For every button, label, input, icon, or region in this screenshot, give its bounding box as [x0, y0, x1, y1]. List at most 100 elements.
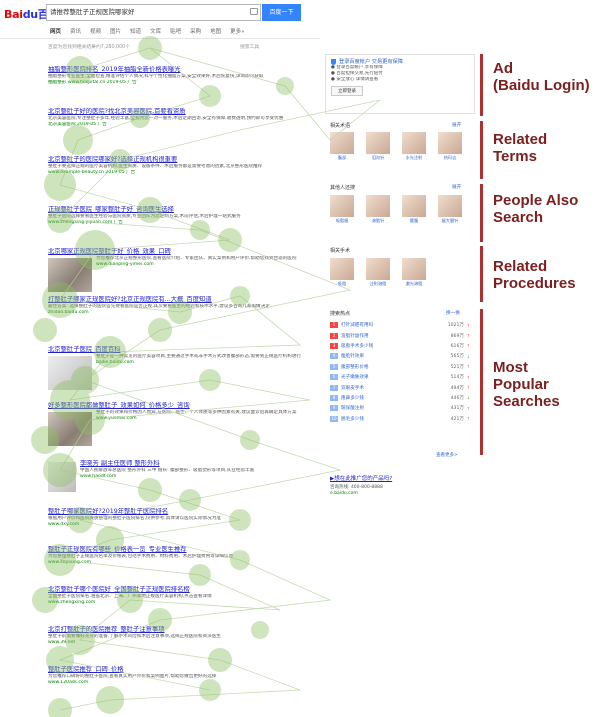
related-procedure-tile[interactable]: 吸脂 — [330, 258, 354, 287]
result-title[interactable]: 整肚子正规医院有哪些_价格表一览_专业医生推荐 — [48, 546, 318, 554]
result-title[interactable]: 整肚子哪家医院好?2019年整肚子医院排名 — [48, 508, 318, 516]
tab-divider — [0, 38, 320, 39]
hot-search-row[interactable]: 3 吸脂手术多少钱 616万 ↑ — [330, 341, 470, 351]
related-term-image — [330, 132, 354, 154]
search-tools-link[interactable]: 搜索工具 — [240, 43, 259, 50]
result-url[interactable]: www.zhengxing.com — [48, 600, 318, 607]
related-procedure-tile[interactable]: 激光溶脂 — [402, 258, 426, 287]
hot-term: 腹部整形价格 — [341, 364, 369, 370]
people-also-image — [438, 195, 462, 217]
related-term-tile[interactable]: 热玛吉 — [438, 132, 462, 161]
result-title[interactable]: 正规整肚子医院_哪家整肚子好_咨询医生选择 — [48, 206, 318, 214]
people-also-image — [366, 195, 390, 217]
result-title[interactable]: 抽脂整形医院排名_2019年抽脂全新价格表曝光 — [48, 66, 318, 74]
result-title[interactable]: 好多整形医院都做整肚子_效果如何_价格多少_咨询 — [48, 402, 318, 410]
promote-product-link[interactable]: ▶想在此推广您的产品吗? — [330, 474, 392, 482]
related-term-image — [402, 132, 426, 154]
annotation-bar — [480, 309, 483, 455]
hot-search-row[interactable]: 1 打针减肥有用吗 1021万 ↑ — [330, 320, 470, 330]
related-procedures-heading: 相关手术 — [330, 248, 351, 254]
people-also-label: 瘦大腿针 — [441, 218, 459, 223]
people-also-tile[interactable]: 瘦大腿针 — [438, 195, 462, 224]
hot-search-row[interactable]: 8 隆鼻多少钱 446万 ↓ — [330, 393, 470, 403]
result-url[interactable]: baike.baidu.com — [96, 360, 318, 367]
search-input[interactable]: 请推荐整肚子正规医院哪家好 — [46, 4, 261, 21]
hot-search-row[interactable]: 9 玻尿酸注射 431万 ↑ — [330, 403, 470, 413]
camera-icon[interactable] — [250, 8, 258, 15]
result-title[interactable]: 北京整肚子的医院哪家好?选择正规机构很重要 — [48, 156, 318, 164]
result-title[interactable]: 北京打整肚子的医院推荐_整肚子注意事项 — [48, 626, 318, 634]
result-item: 北京整肚子好的医院?找北京美容医院,首要看资质 北京美容医院,专注整肚子多年,经… — [48, 108, 318, 129]
related-term-label: 腹部 — [337, 155, 347, 160]
result-url[interactable]: 北京美容医院 2019-05 广告 — [48, 122, 318, 129]
people-also-label: 腰腹 — [409, 218, 419, 223]
related-term-tile[interactable]: 腹部 — [330, 132, 354, 161]
related-procedure-image — [402, 258, 426, 280]
result-url[interactable]: 抽脂整形 www.hospital.cn 2019-05 广告 — [48, 80, 318, 87]
related-procedure-tile[interactable]: 注射溶脂 — [366, 258, 390, 287]
result-title[interactable]: 北京整肚子哪个医院好_全国整肚子正规医院排名榜 — [48, 586, 318, 594]
related-procedure-image — [366, 258, 390, 280]
hot-searches-refresh[interactable]: 换一换 — [446, 310, 460, 316]
promote-domain[interactable]: e.baidu.com — [330, 491, 358, 496]
annotation-bar — [480, 184, 483, 242]
people-also-tile[interactable]: 腰腹 — [402, 195, 426, 224]
hot-rank: 8 — [330, 394, 338, 401]
annotation-bar — [480, 121, 483, 179]
people-also-search-expand[interactable]: 展开 — [452, 184, 461, 190]
ad-title[interactable]: 登录百度帐户 交易更有保障 — [331, 58, 469, 65]
doctor-photo[interactable] — [48, 462, 76, 492]
result-thumbnail[interactable] — [48, 412, 92, 446]
hot-searches-more-link[interactable]: 查看更多> — [436, 452, 458, 458]
result-url[interactable]: www.zhengxing-yiyuan.com 广告 — [48, 220, 318, 227]
result-title[interactable]: 李晓芳 副主任医师 整形外科 — [80, 460, 318, 468]
result-title[interactable]: 北京哪家正规医院整肚子好_价格_效果_口碑 — [48, 248, 318, 256]
hot-rank: 5 — [330, 363, 338, 370]
result-url[interactable]: www.soyoung.com — [48, 560, 318, 567]
result-item: 李晓芳 副主任医师 整形外科 中国人民解放军总医院 整形外科 三甲 擅长: 腹部… — [48, 460, 318, 492]
result-thumbnail[interactable] — [48, 258, 92, 292]
result-url[interactable]: www.yuemei.com — [96, 416, 318, 423]
related-term-tile[interactable]: 水光注射 — [402, 132, 426, 161]
related-terms-expand[interactable]: 展开 — [452, 122, 461, 128]
result-item: 北京整肚子哪个医院好_全国整肚子正规医院排名榜 全国整肚子医院排名,涵盖北京、上… — [48, 586, 318, 607]
hot-rank: 3 — [330, 342, 338, 349]
hot-term: 双眼皮手术 — [341, 385, 364, 391]
search-button[interactable]: 百度一下 — [262, 4, 301, 21]
result-url[interactable]: www.haodf.com — [80, 474, 318, 481]
hot-search-row[interactable]: 2 溶脂针副作用 869万 ↑ — [330, 330, 470, 340]
hot-search-row[interactable]: 7 双眼皮手术 494万 ↑ — [330, 382, 470, 392]
hot-search-row[interactable]: 5 腹部整形价格 521万 ↑ — [330, 362, 470, 372]
trend-up-icon: ↑ — [466, 374, 470, 380]
result-item: 整肚子正规医院有哪些_价格表一览_专业医生推荐 为您整理整肚子正规医院名单及价格… — [48, 546, 318, 567]
result-title[interactable]: 北京整肚子医院_百度百科 — [48, 346, 318, 354]
result-item: 正规整肚子医院_哪家整肚子好_咨询医生选择 整肚子医院选择要看医生经验与医院资质… — [48, 206, 318, 227]
hot-rank: 4 — [330, 353, 338, 360]
result-url[interactable]: www.dianping-yimei.com — [96, 262, 318, 269]
result-title[interactable]: 打整肚子哪家正规医院好?北京正规医院有...大概_百度知道 — [48, 296, 318, 304]
hot-search-row[interactable]: 10 脱毛多少钱 421万 ↑ — [330, 414, 470, 424]
result-title[interactable]: 整肚子医院推荐_口碑_价格 — [48, 666, 318, 674]
result-title[interactable]: 北京整肚子好的医院?找北京美容医院,首要看资质 — [48, 108, 318, 116]
result-url[interactable]: www.example-beauty.cn 2019-05 广告 — [48, 170, 318, 177]
related-term-tile[interactable]: 泪沟针 — [366, 132, 390, 161]
hot-search-row[interactable]: 6 光子嫩肤效果 514万 ↑ — [330, 372, 470, 382]
people-also-tile[interactable]: 吸脂瘦 — [330, 195, 354, 224]
result-url[interactable]: www.120ask.com — [48, 680, 318, 687]
result-thumbnail[interactable] — [48, 356, 92, 390]
annotation-bar — [480, 246, 483, 302]
people-also-tile[interactable]: 溶脂针 — [366, 195, 390, 224]
hot-search-row[interactable]: 4 瘦脸针效果 565万 ↓ — [330, 351, 470, 361]
login-button[interactable]: 立即登录 — [331, 86, 363, 96]
hot-term: 打针减肥有用吗 — [341, 323, 374, 329]
result-item: 北京打整肚子的医院推荐_整肚子注意事项 整肚子前需要做好充分的准备,了解手术风险… — [48, 626, 318, 647]
result-url[interactable]: zhidao.baidu.com — [48, 310, 318, 317]
hot-count: 514万 — [450, 375, 464, 381]
annotation-label: People Also Search — [493, 192, 579, 226]
annotation-bar — [480, 54, 483, 116]
result-url[interactable]: www.39.net — [48, 640, 318, 647]
people-also-image — [330, 195, 354, 217]
result-item: 整肚子哪家医院好?2019年整肚子医院排名 根据用户评价和医院资质整理的整肚子医… — [48, 508, 318, 529]
result-url[interactable]: www.dxy.com — [48, 522, 318, 529]
result-item: 北京整肚子医院_百度百科 整肚子是一种常见的医疗美容项目,主要通过手术或非手术方… — [48, 346, 318, 390]
